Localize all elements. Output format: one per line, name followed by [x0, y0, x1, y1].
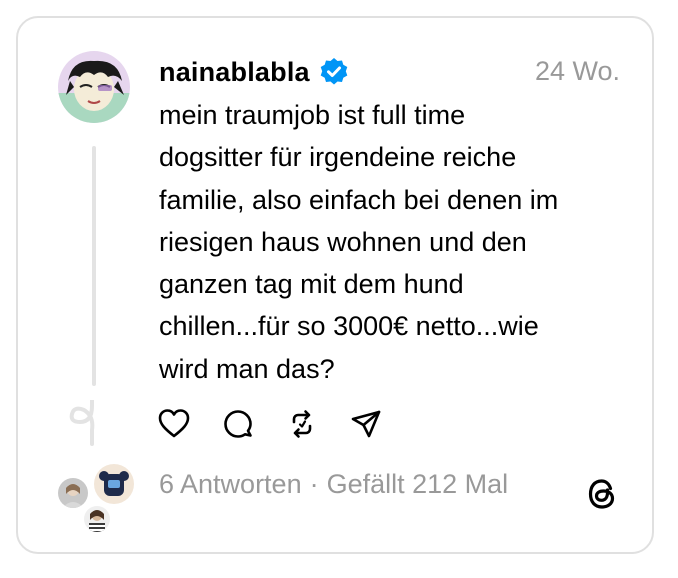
threads-post-card: nainablabla 24 Wo. mein traumjob ist ful…: [16, 16, 654, 554]
post-timestamp: 24 Wo.: [534, 56, 620, 86]
repost-icon: [292, 410, 312, 438]
author-row: nainablabla: [159, 54, 350, 90]
post-body-text: mein traumjob ist full time dogsitter fü…: [159, 100, 559, 384]
likes-count-link[interactable]: Gefällt 212 Mal: [327, 469, 509, 500]
reply-avatar[interactable]: [82, 504, 112, 534]
threads-logo-icon[interactable]: [584, 476, 620, 512]
share-button[interactable]: [348, 406, 384, 442]
repost-button[interactable]: [284, 406, 320, 442]
author-avatar[interactable]: [58, 51, 130, 123]
author-username[interactable]: nainablabla: [159, 57, 310, 88]
verified-badge-icon: [318, 56, 350, 88]
reply-avatar[interactable]: [56, 476, 90, 510]
action-bar: [156, 406, 384, 442]
post-stats: 6 Antworten · Gefällt 212 Mal: [159, 469, 508, 500]
send-icon: [351, 410, 381, 438]
reply-button[interactable]: [220, 406, 256, 442]
reply-avatar[interactable]: [92, 462, 136, 506]
replies-count-link[interactable]: 6 Antworten: [159, 469, 302, 500]
comment-bubble-icon: [224, 410, 252, 438]
heart-icon: [158, 409, 190, 438]
thread-connector-line: [92, 146, 96, 386]
stats-separator: ·: [309, 469, 319, 499]
thread-loop-icon: [69, 400, 95, 446]
like-button[interactable]: [156, 406, 192, 442]
